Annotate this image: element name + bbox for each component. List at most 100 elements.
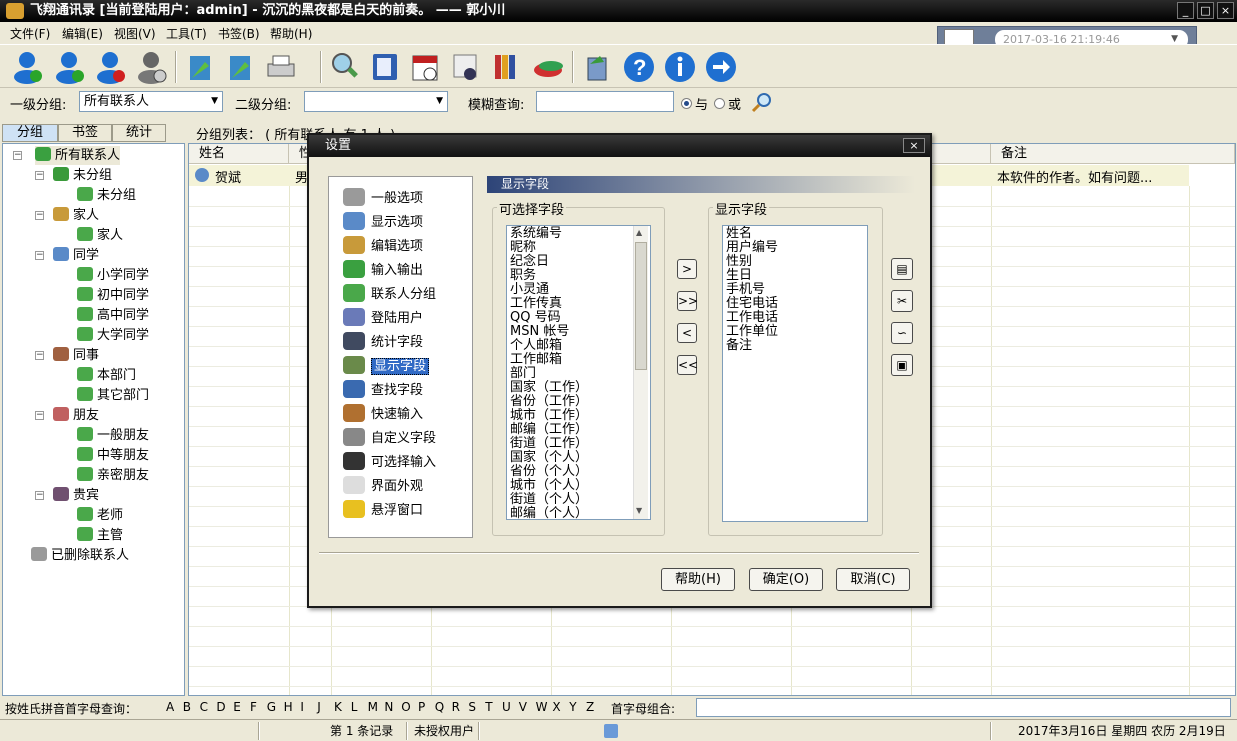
list-item[interactable]: 个人邮箱 [510,339,562,353]
nav-item-12[interactable]: 界面外观 [343,476,423,496]
letter-u[interactable]: U [502,700,511,714]
minimize-button[interactable]: _ [1177,2,1194,19]
scrollbar-thumb[interactable] [635,242,647,370]
letter-r[interactable]: R [452,700,460,714]
list-item[interactable]: 邮编（工作） [510,423,588,437]
export-icon[interactable] [223,50,257,84]
help-icon[interactable]: ? [622,50,656,84]
edit-user-icon[interactable] [52,50,86,84]
list-item[interactable]: 昵称 [510,241,536,255]
nav-item-3[interactable]: 输入输出 [343,260,423,280]
letter-o[interactable]: O [401,700,410,714]
list-item[interactable]: 系统编号 [510,227,562,241]
search-icon[interactable] [750,91,774,113]
print-icon[interactable] [264,50,304,84]
nav-item-5[interactable]: 登陆用户 [343,308,423,328]
tree-item[interactable]: 老师 [77,506,123,525]
nav-item-6[interactable]: 统计字段 [343,332,423,352]
list-item[interactable]: 国家（工作） [510,381,588,395]
collapse-icon[interactable]: − [35,171,44,180]
list-item[interactable]: 省份（工作） [510,395,588,409]
list-item[interactable]: 备注 [726,339,752,353]
letter-c[interactable]: C [200,700,208,714]
help-button[interactable]: 帮助(H) [661,568,735,591]
collapse-icon[interactable]: − [35,491,44,500]
collapse-icon[interactable]: − [35,351,44,360]
tree-item[interactable]: 一般朋友 [77,426,149,445]
tree-group[interactable]: 贵宾 [53,486,99,505]
cut-icon[interactable]: ✂ [891,290,913,312]
letter-m[interactable]: M [368,700,378,714]
tree-item[interactable]: 高中同学 [77,306,149,325]
tree-item[interactable]: 主管 [77,526,123,545]
tree-item[interactable]: 家人 [77,226,123,245]
books-icon[interactable] [490,50,524,84]
letter-x[interactable]: X [552,700,560,714]
menu-file[interactable]: 文件(F) [10,25,50,42]
list-item[interactable]: 工作传真 [510,297,562,311]
nav-item-11[interactable]: 可选择输入 [343,452,436,472]
nav-item-7[interactable]: 显示字段 [343,356,430,376]
tools-icon[interactable] [531,50,565,84]
calendar-icon[interactable] [408,50,442,84]
collapse-icon[interactable]: − [35,411,44,420]
letter-combo-input[interactable] [696,698,1231,717]
find-icon[interactable] [328,50,362,84]
menu-bookmarks[interactable]: 书签(B) [218,25,260,42]
shown-fields-list[interactable]: 姓名 用户编号 性别 生日 手机号 住宅电话 工作电话 工作单位 备注 [722,225,868,522]
import-icon[interactable] [183,50,217,84]
letter-g[interactable]: G [267,700,276,714]
letter-i[interactable]: I [300,700,304,714]
nav-item-8[interactable]: 查找字段 [343,380,423,400]
list-item[interactable]: 工作电话 [726,311,778,325]
letter-b[interactable]: B [183,700,191,714]
list-item[interactable]: 城市（个人） [510,479,588,493]
letter-t[interactable]: T [485,700,492,714]
letter-l[interactable]: L [351,700,358,714]
tree-item[interactable]: 大学同学 [77,326,149,345]
list-item[interactable]: 职务 [510,269,536,283]
list-item[interactable]: 部门 [510,367,536,381]
or-radio[interactable] [714,98,725,109]
maximize-button[interactable]: □ [1197,2,1214,19]
column-header-name[interactable]: 姓名 [189,144,289,164]
cancel-button[interactable]: 取消(C) [836,568,910,591]
move-all-left-button[interactable]: << [677,355,698,375]
tree-item[interactable]: 本部门 [77,366,136,385]
nav-item-9[interactable]: 快速输入 [343,404,423,424]
nav-item-1[interactable]: 显示选项 [343,212,423,232]
list-item[interactable]: 纪念日 [510,255,549,269]
tree-deleted[interactable]: 已删除联系人 [31,546,129,565]
letter-f[interactable]: F [250,700,257,714]
tree-item[interactable]: 中等朋友 [77,446,149,465]
tree-group[interactable]: 家人 [53,206,99,225]
collapse-icon[interactable]: − [13,151,22,160]
nav-item-13[interactable]: 悬浮窗口 [343,500,423,520]
list-item[interactable]: 工作邮箱 [510,353,562,367]
letter-a[interactable]: A [166,700,174,714]
dialog-close-button[interactable]: × [903,138,925,153]
clock-icon[interactable] [449,50,483,84]
menu-edit[interactable]: 编辑(E) [62,25,103,42]
list-item[interactable]: 街道（个人） [510,493,588,507]
nav-item-10[interactable]: 自定义字段 [343,428,436,448]
tree-item[interactable]: 小学同学 [77,266,149,285]
delete-user-icon[interactable] [93,50,127,84]
list-item[interactable]: 用户编号 [726,241,778,255]
letter-w[interactable]: W [536,700,548,714]
tab-groups[interactable]: 分组 [2,124,58,142]
tab-bookmarks[interactable]: 书签 [58,124,112,142]
menu-view[interactable]: 视图(V) [114,25,156,42]
add-user-icon[interactable] [10,50,44,84]
fuzzy-input[interactable] [536,91,674,112]
user-search-icon[interactable] [134,50,168,84]
move-all-right-button[interactable]: >> [677,291,698,311]
scroll-up-icon[interactable]: ▲ [636,228,642,237]
close-button[interactable]: × [1217,2,1234,19]
move-left-button[interactable]: < [677,323,697,343]
signature-icon[interactable]: ∽ [891,322,913,344]
tree-group[interactable]: 同事 [53,346,99,365]
list-item[interactable]: 街道（工作） [510,437,588,451]
level1-select[interactable]: 所有联系人 ▼ [79,91,223,112]
letter-n[interactable]: N [384,700,393,714]
